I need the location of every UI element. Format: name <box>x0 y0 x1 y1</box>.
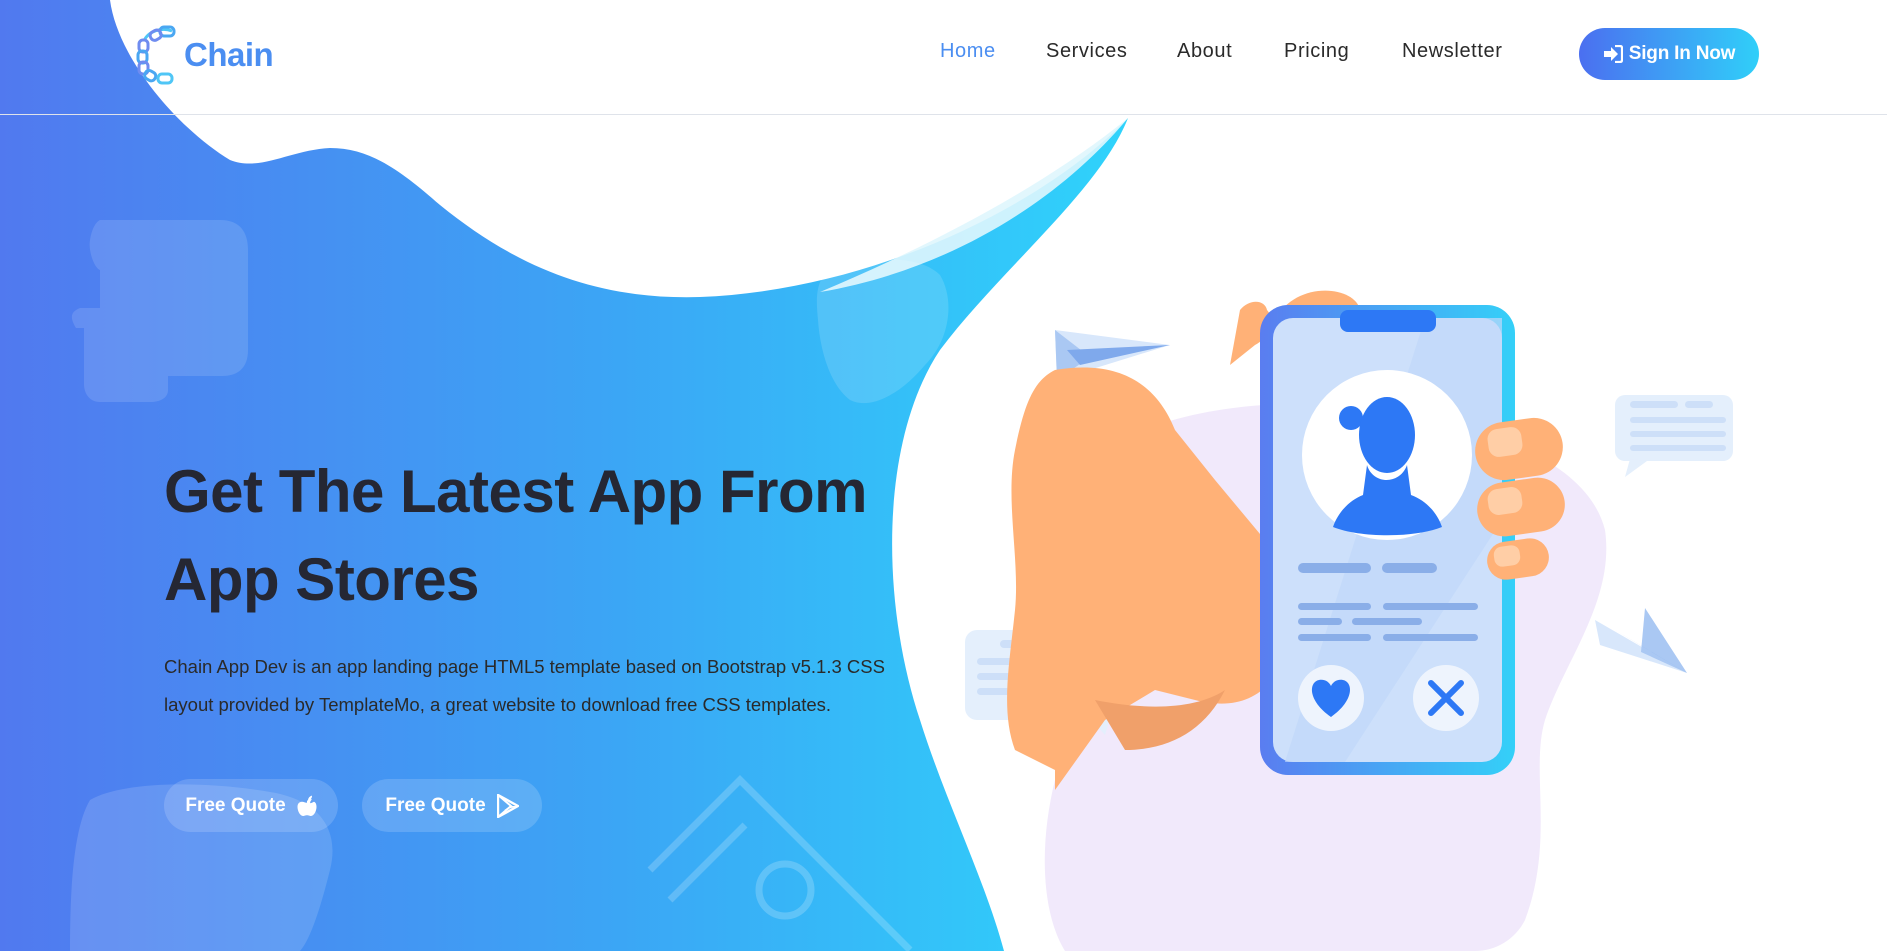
nav-pricing[interactable]: Pricing <box>1284 40 1349 63</box>
paper-plane-icon <box>1595 608 1687 673</box>
free-quote-play-button[interactable]: Free Quote <box>362 779 542 832</box>
apple-icon <box>297 795 317 817</box>
sign-in-label: Sign In Now <box>1628 43 1736 64</box>
phone-in-hand-illustration <box>965 290 1733 951</box>
hero-title-line1: Get The Latest App From <box>164 458 868 525</box>
hero-description-line2: layout provided by TemplateMo, a great w… <box>164 694 832 715</box>
free-quote-label: Free Quote <box>385 794 486 816</box>
play-store-icon <box>496 793 519 818</box>
site-header: Chain Home Services About Pricing Newsle… <box>0 0 1887 115</box>
sign-in-arrow-icon <box>1603 45 1623 63</box>
hero-description: Chain App Dev is an app landing page HTM… <box>164 648 904 724</box>
nav-services[interactable]: Services <box>1046 40 1128 63</box>
free-quote-label: Free Quote <box>185 794 286 816</box>
nav-about[interactable]: About <box>1177 40 1232 63</box>
nav-home[interactable]: Home <box>940 40 996 63</box>
hero-description-line1: Chain App Dev is an app landing page HTM… <box>164 656 885 677</box>
hero-title-line2: App Stores <box>164 546 480 613</box>
nav-newsletter[interactable]: Newsletter <box>1402 40 1502 63</box>
sign-in-button[interactable]: Sign In Now <box>1579 28 1759 80</box>
free-quote-apple-button[interactable]: Free Quote <box>164 779 338 832</box>
decor-blob-left-top <box>71 220 249 402</box>
landing-page: Chain Home Services About Pricing Newsle… <box>0 0 1887 951</box>
hero-title: Get The Latest App From App Stores <box>164 448 924 624</box>
phone-illustration <box>1260 305 1515 775</box>
decor-blob-right-top <box>816 259 949 404</box>
chat-bubble-icon <box>1615 395 1733 477</box>
